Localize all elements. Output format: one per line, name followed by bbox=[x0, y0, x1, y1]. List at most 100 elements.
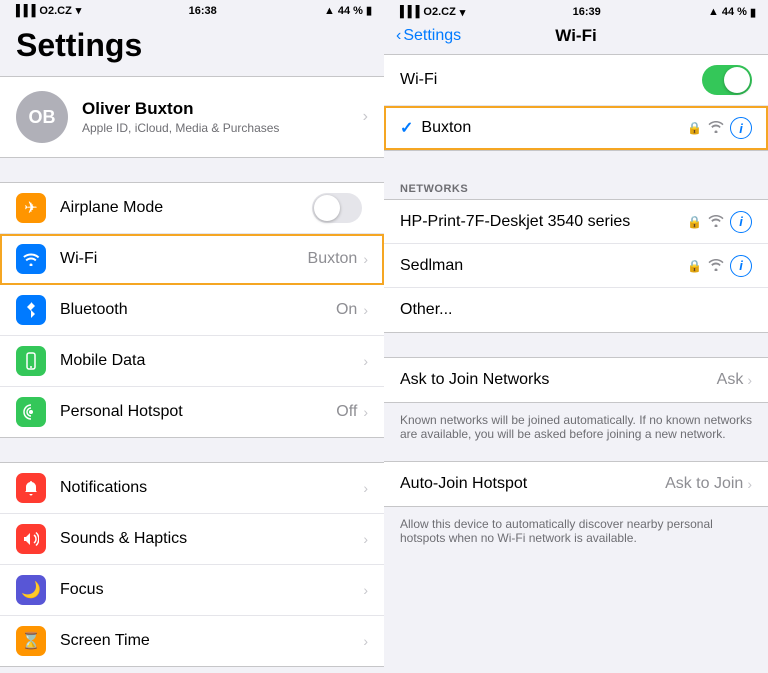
wifi-toggle-row[interactable]: Wi-Fi bbox=[384, 55, 768, 106]
profile-info-left: OB Oliver Buxton Apple ID, iCloud, Media… bbox=[16, 91, 279, 143]
mobile-label: Mobile Data bbox=[60, 352, 363, 370]
hotspot-label: Personal Hotspot bbox=[60, 403, 336, 421]
sounds-row[interactable]: Sounds & Haptics › bbox=[0, 514, 384, 565]
mobile-chevron: › bbox=[363, 353, 368, 369]
focus-chevron: › bbox=[363, 582, 368, 598]
hotspot-chevron: › bbox=[363, 404, 368, 420]
right-battery-icon: ▮ bbox=[750, 6, 756, 19]
ask-join-row[interactable]: Ask to Join Networks Ask › bbox=[384, 358, 768, 402]
right-signal-icon: ▐▐▐ bbox=[396, 6, 419, 18]
sounds-chevron: › bbox=[363, 531, 368, 547]
settings-group-2: Notifications › Sounds & Haptics › 🌙 Foc… bbox=[0, 462, 384, 667]
wifi-settings-panel: ▐▐▐ O2.CZ ▾ 16:39 ▲ 44 % ▮ ‹ Settings Wi… bbox=[384, 0, 768, 673]
auto-join-group: Auto-Join Hotspot Ask to Join › bbox=[384, 461, 768, 507]
bluetooth-chevron: › bbox=[363, 302, 368, 318]
checkmark-icon: ✓ bbox=[400, 118, 413, 138]
airplane-label: Airplane Mode bbox=[60, 199, 312, 217]
wifi-toggle[interactable] bbox=[702, 65, 752, 95]
left-battery: ▲ 44 % ▮ bbox=[324, 4, 372, 17]
ask-join-value: Ask bbox=[717, 371, 744, 389]
network-sedlman-row[interactable]: Sedlman 🔒 i bbox=[384, 244, 768, 288]
sedlman-wifi-icon bbox=[708, 258, 724, 274]
notifications-row[interactable]: Notifications › bbox=[0, 463, 384, 514]
nav-title: Wi-Fi bbox=[555, 26, 596, 46]
battery-icon: ▮ bbox=[366, 4, 372, 17]
hotspot-row[interactable]: Personal Hotspot Off › bbox=[0, 387, 384, 437]
focus-icon: 🌙 bbox=[16, 575, 46, 605]
network-other-row[interactable]: Other... bbox=[384, 288, 768, 332]
bluetooth-label: Bluetooth bbox=[60, 301, 336, 319]
screentime-label: Screen Time bbox=[60, 632, 363, 650]
network-sedlman-name: Sedlman bbox=[400, 257, 687, 275]
wifi-row[interactable]: Wi-Fi Buxton › bbox=[0, 234, 384, 285]
auto-join-description: Allow this device to automatically disco… bbox=[384, 513, 768, 555]
airplane-mode-row[interactable]: ✈ Airplane Mode bbox=[0, 183, 384, 234]
left-time: 16:38 bbox=[189, 5, 217, 17]
focus-row[interactable]: 🌙 Focus › bbox=[0, 565, 384, 616]
back-chevron-icon: ‹ bbox=[396, 27, 401, 45]
nav-bar: ‹ Settings Wi-Fi bbox=[384, 22, 768, 54]
auto-join-row[interactable]: Auto-Join Hotspot Ask to Join › bbox=[384, 462, 768, 506]
back-button[interactable]: ‹ Settings bbox=[396, 27, 461, 45]
screentime-icon: ⌛ bbox=[16, 626, 46, 656]
sedlman-network-icons: 🔒 i bbox=[687, 255, 752, 277]
hp-lock-icon: 🔒 bbox=[687, 215, 702, 229]
profile-details: Oliver Buxton Apple ID, iCloud, Media & … bbox=[82, 99, 279, 135]
connected-network-row[interactable]: ✓ Buxton 🔒 i bbox=[384, 106, 768, 150]
ask-join-group: Ask to Join Networks Ask › bbox=[384, 357, 768, 403]
screentime-row[interactable]: ⌛ Screen Time › bbox=[0, 616, 384, 666]
bluetooth-row[interactable]: Bluetooth On › bbox=[0, 285, 384, 336]
network-hp-row[interactable]: HP-Print-7F-Deskjet 3540 series 🔒 i bbox=[384, 200, 768, 244]
right-battery: ▲ 44 % ▮ bbox=[708, 6, 756, 19]
left-carrier: ▐▐▐ O2.CZ ▾ bbox=[12, 4, 81, 17]
right-status-bar: ▐▐▐ O2.CZ ▾ 16:39 ▲ 44 % ▮ bbox=[384, 0, 768, 22]
sounds-icon bbox=[16, 524, 46, 554]
ask-join-label: Ask to Join Networks bbox=[400, 371, 717, 389]
airplane-toggle-knob bbox=[314, 195, 340, 221]
networks-section-header: NETWORKS bbox=[384, 175, 768, 199]
location-icon: ▲ bbox=[324, 5, 335, 17]
screentime-chevron: › bbox=[363, 633, 368, 649]
airplane-icon: ✈ bbox=[16, 193, 46, 223]
profile-chevron: › bbox=[363, 108, 368, 126]
notifications-label: Notifications bbox=[60, 479, 363, 497]
network-hp-name: HP-Print-7F-Deskjet 3540 series bbox=[400, 213, 687, 231]
mobile-data-row[interactable]: Mobile Data › bbox=[0, 336, 384, 387]
right-wifi-status-icon: ▾ bbox=[460, 6, 466, 19]
wifi-toggle-knob bbox=[724, 67, 750, 93]
mobile-icon bbox=[16, 346, 46, 376]
right-location-icon: ▲ bbox=[708, 6, 719, 18]
wifi-signal-icon bbox=[708, 120, 724, 136]
connected-network-name: Buxton bbox=[421, 119, 687, 137]
ask-join-description: Known networks will be joined automatica… bbox=[384, 409, 768, 451]
notifications-icon bbox=[16, 473, 46, 503]
wifi-toggle-section: Wi-Fi ✓ Buxton 🔒 i bbox=[384, 54, 768, 151]
right-carrier: ▐▐▐ O2.CZ ▾ bbox=[396, 6, 465, 19]
notifications-chevron: › bbox=[363, 480, 368, 496]
connected-network-icons: 🔒 i bbox=[687, 117, 752, 139]
hp-info-icon[interactable]: i bbox=[730, 211, 752, 233]
auto-join-chevron: › bbox=[747, 476, 752, 492]
profile-card[interactable]: OB Oliver Buxton Apple ID, iCloud, Media… bbox=[0, 76, 384, 158]
right-time: 16:39 bbox=[573, 6, 601, 18]
networks-group: HP-Print-7F-Deskjet 3540 series 🔒 i Sedl… bbox=[384, 199, 768, 333]
wifi-chevron: › bbox=[363, 251, 368, 267]
sedlman-lock-icon: 🔒 bbox=[687, 259, 702, 273]
auto-join-label: Auto-Join Hotspot bbox=[400, 475, 665, 493]
wifi-value: Buxton bbox=[308, 250, 358, 268]
focus-label: Focus bbox=[60, 581, 363, 599]
wifi-toggle-label: Wi-Fi bbox=[400, 71, 437, 89]
lock-icon: 🔒 bbox=[687, 121, 702, 135]
network-other-name: Other... bbox=[400, 301, 452, 319]
bluetooth-icon bbox=[16, 295, 46, 325]
sedlman-info-icon[interactable]: i bbox=[730, 255, 752, 277]
settings-panel: ▐▐▐ O2.CZ ▾ 16:38 ▲ 44 % ▮ Settings OB O… bbox=[0, 0, 384, 673]
settings-group-1: ✈ Airplane Mode Wi-Fi Buxton › bbox=[0, 182, 384, 438]
wifi-label: Wi-Fi bbox=[60, 250, 308, 268]
hp-wifi-icon bbox=[708, 214, 724, 230]
connected-info-icon[interactable]: i bbox=[730, 117, 752, 139]
airplane-toggle[interactable] bbox=[312, 193, 362, 223]
hp-network-icons: 🔒 i bbox=[687, 211, 752, 233]
auto-join-value: Ask to Join bbox=[665, 475, 743, 493]
wifi-status-icon: ▾ bbox=[76, 4, 82, 17]
